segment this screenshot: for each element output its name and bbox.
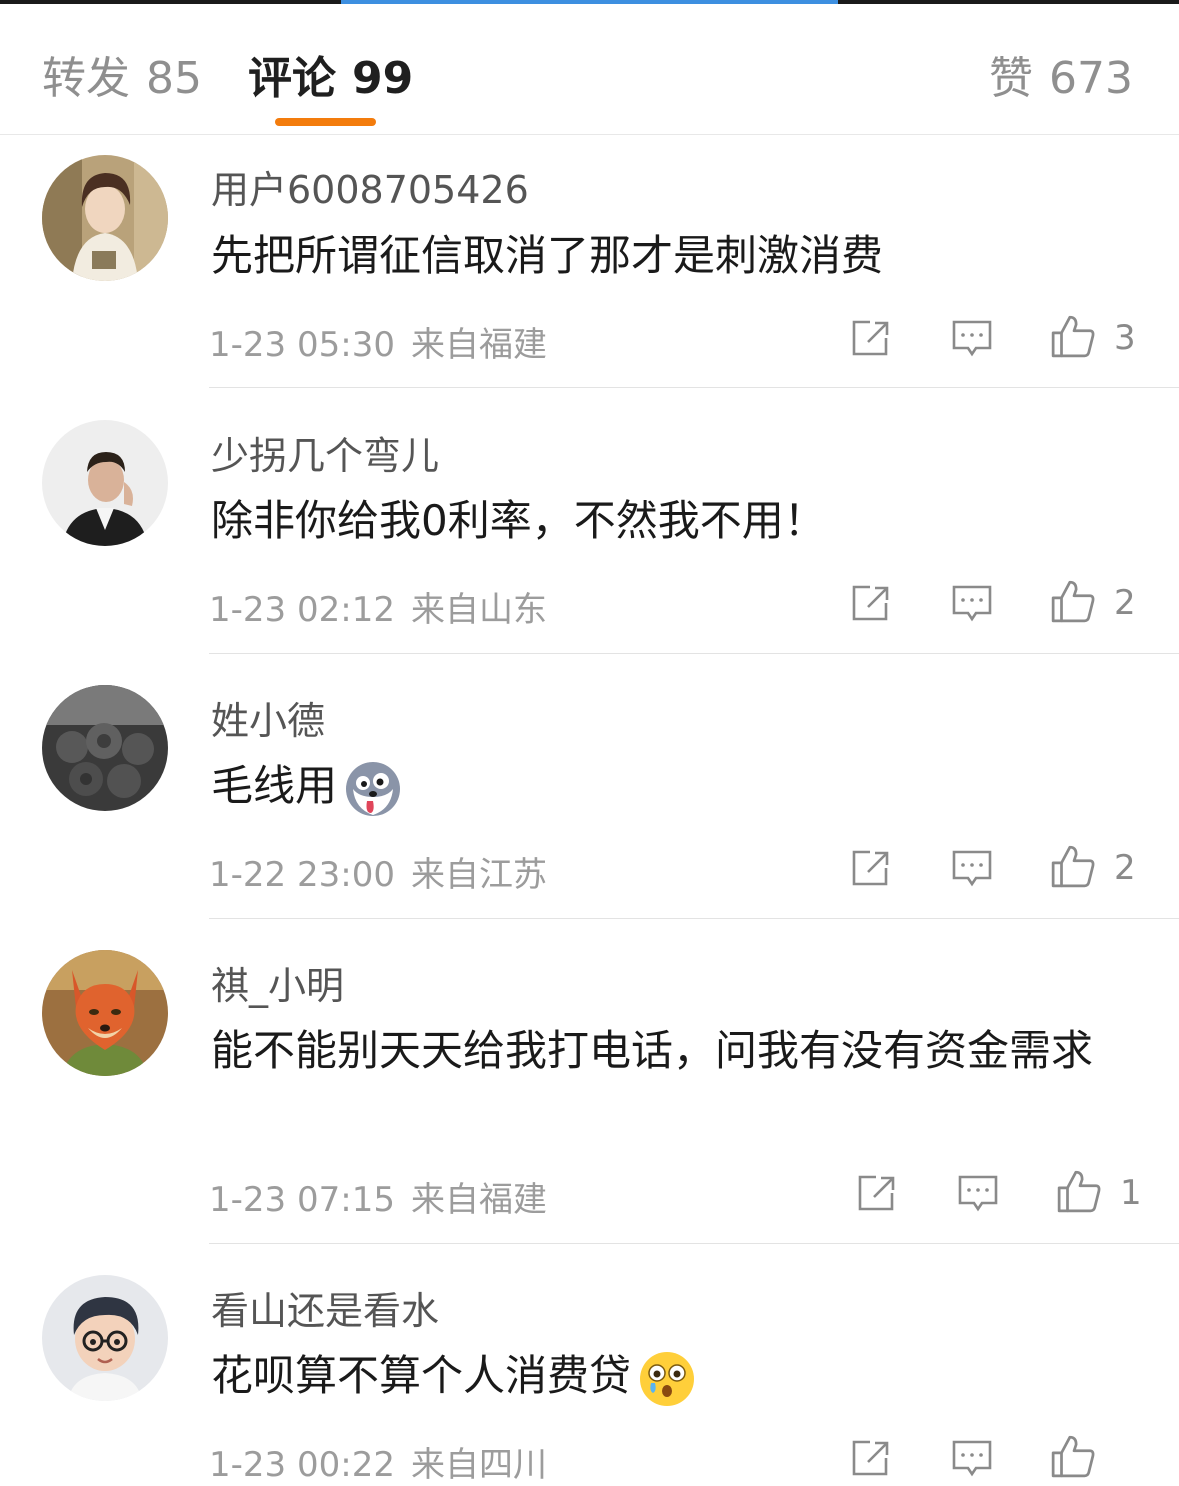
comment-text: 毛线用	[211, 751, 1141, 821]
divider	[209, 387, 1179, 388]
share-icon[interactable]	[854, 1171, 898, 1215]
tab-label: 评论	[248, 53, 336, 104]
share-icon[interactable]	[848, 581, 892, 625]
active-tab-indicator	[275, 118, 376, 126]
username[interactable]: 用户6008705426	[211, 159, 529, 214]
comment-location: 来自福建	[410, 325, 547, 365]
comment-meta: 1-23 00:22 来自四川	[209, 1437, 547, 1486]
comment-text: 花呗算不算个人消费贷	[211, 1341, 1141, 1411]
comment-text-content: 毛线用	[211, 761, 338, 810]
username[interactable]: 姓小德	[211, 690, 325, 745]
tab-label: 转发	[42, 53, 130, 104]
like-count: 2	[1114, 583, 1136, 623]
comment-item: 看山还是看水 花呗算不算个人消费贷 1-23 00:22 来自四川	[0, 1244, 1179, 1485]
comment-date: 1-22 23:00	[209, 855, 395, 895]
comment-icon[interactable]	[950, 1436, 994, 1480]
tab-count: 99	[352, 53, 414, 104]
thumbs-up-icon[interactable]	[1050, 1433, 1096, 1479]
avatar[interactable]	[42, 1275, 168, 1401]
avatar[interactable]	[42, 685, 168, 811]
comment-meta: 1-23 07:15 来自福建	[209, 1172, 547, 1221]
comment-text-content: 花呗算不算个人消费贷	[211, 1351, 632, 1400]
comment-date: 1-23 05:30	[209, 325, 395, 365]
comment-item: 用户6008705426 先把所谓征信取消了那才是刺激消费 1-23 05:30…	[0, 135, 1179, 388]
comment-icon[interactable]	[950, 316, 994, 360]
comment-location: 来自江苏	[410, 855, 547, 895]
shocked-crying-emoji	[640, 1351, 695, 1406]
tab-forward[interactable]: 转发 85	[42, 42, 202, 106]
avatar[interactable]	[42, 420, 168, 546]
thumbs-up-icon[interactable]	[1050, 578, 1096, 624]
comment-location: 来自四川	[410, 1445, 547, 1485]
tab-count: 673	[1049, 53, 1133, 104]
avatar[interactable]	[42, 155, 168, 281]
husky-emoji	[346, 761, 401, 816]
comment-icon[interactable]	[950, 581, 994, 625]
comment-item: 祺_小明 能不能别天天给我打电话，问我有没有资金需求 1-23 07:15 来自福…	[0, 919, 1179, 1244]
comment-date: 1-23 00:22	[209, 1445, 395, 1485]
avatar[interactable]	[42, 950, 168, 1076]
comment-text: 除非你给我0利率，不然我不用！	[211, 496, 826, 545]
share-icon[interactable]	[848, 1436, 892, 1480]
thumbs-up-icon[interactable]	[1050, 313, 1096, 359]
comment-meta: 1-22 23:00 来自江苏	[209, 847, 547, 896]
comment-text: 能不能别天天给我打电话，问我有没有资金需求	[211, 1026, 1094, 1075]
tab-label: 赞	[989, 53, 1034, 104]
username[interactable]: 少拐几个弯儿	[211, 425, 439, 480]
like-count: 3	[1114, 318, 1136, 358]
tab-like[interactable]: 赞 673	[989, 42, 1133, 106]
comment-date: 1-23 07:15	[209, 1180, 395, 1220]
thumbs-up-icon[interactable]	[1056, 1168, 1102, 1214]
comment-item: 姓小德 毛线用 1-22 23:00 来自江苏 2	[0, 654, 1179, 919]
tab-count: 85	[146, 53, 202, 104]
comment-icon[interactable]	[956, 1171, 1000, 1215]
username[interactable]: 祺_小明	[211, 955, 344, 1010]
comment-text: 先把所谓征信取消了那才是刺激消费	[211, 231, 884, 280]
comment-meta: 1-23 05:30 来自福建	[209, 317, 547, 366]
comment-item: 少拐几个弯儿 除非你给我0利率，不然我不用！ 1-23 02:12 来自山东 2	[0, 389, 1179, 654]
comment-date: 1-23 02:12	[209, 590, 395, 630]
like-count: 2	[1114, 848, 1136, 888]
username[interactable]: 看山还是看水	[211, 1280, 439, 1335]
tab-bar: 转发 85 评论 99 赞 673	[0, 4, 1179, 135]
tab-comment[interactable]: 评论 99	[248, 42, 413, 106]
share-icon[interactable]	[848, 316, 892, 360]
comment-location: 来自山东	[410, 590, 547, 630]
comment-meta: 1-23 02:12 来自山东	[209, 582, 547, 631]
share-icon[interactable]	[848, 846, 892, 890]
like-count: 1	[1120, 1173, 1142, 1213]
thumbs-up-icon[interactable]	[1050, 843, 1096, 889]
comment-icon[interactable]	[950, 846, 994, 890]
comment-location: 来自福建	[410, 1180, 547, 1220]
